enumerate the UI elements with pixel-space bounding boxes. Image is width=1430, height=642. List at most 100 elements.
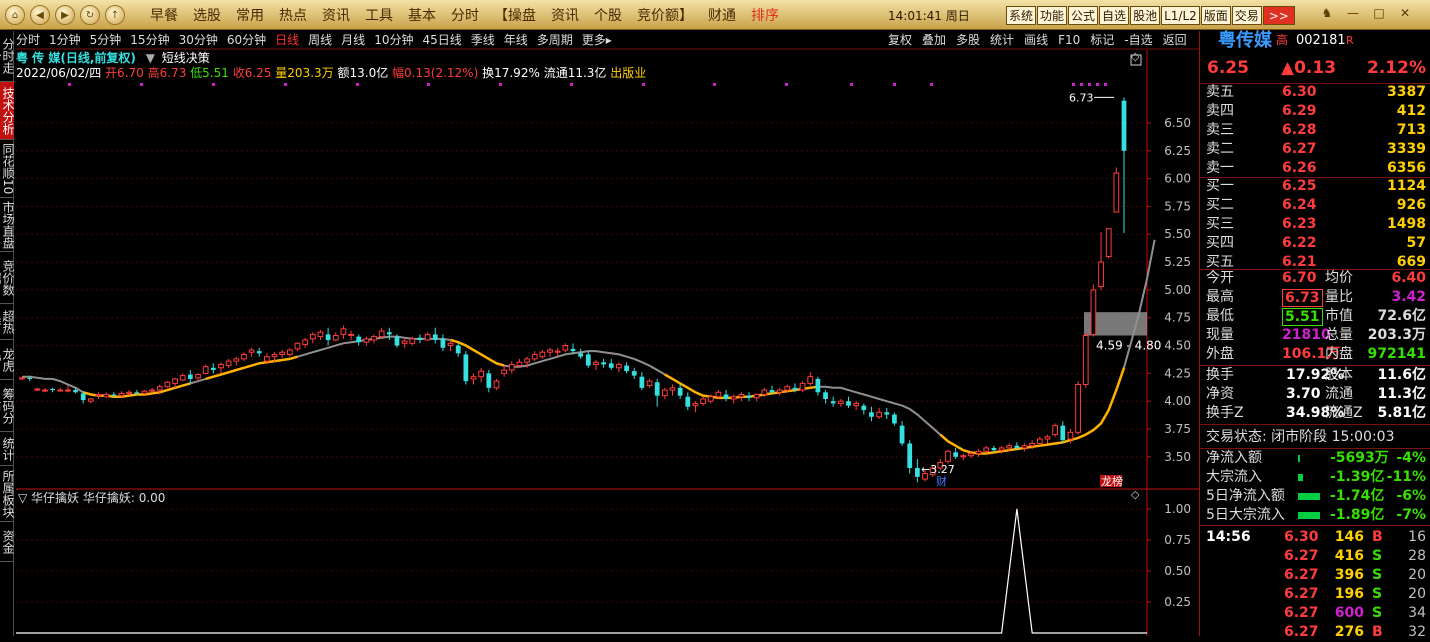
candle bbox=[508, 361, 515, 374]
quote-cell: 6356 bbox=[1387, 160, 1426, 176]
quote-row: 交易状态: 闭市阶段 15:00:03 bbox=[1206, 428, 1428, 447]
candle bbox=[294, 342, 301, 352]
quote-row: 卖四 6.29 412 bbox=[1206, 102, 1428, 121]
sub-diamond-icon[interactable]: ◇ bbox=[1131, 488, 1140, 501]
candle bbox=[164, 381, 171, 388]
quote-cell: 市值 bbox=[1325, 308, 1353, 324]
candle bbox=[1113, 167, 1120, 213]
signal-dot bbox=[212, 83, 215, 86]
signal-dot bbox=[1088, 83, 1091, 86]
quote-cell: 最高 bbox=[1206, 289, 1234, 305]
candle bbox=[1105, 228, 1112, 259]
quote-cell: 买二 bbox=[1206, 197, 1234, 213]
candle bbox=[723, 390, 729, 402]
quote-cell: 5.51 bbox=[1282, 308, 1323, 326]
last-price: 6.25 bbox=[1207, 58, 1249, 78]
top-button-7[interactable]: 交易 bbox=[1231, 6, 1262, 25]
candle bbox=[279, 349, 286, 358]
quote-cell: 21810 bbox=[1282, 327, 1331, 343]
candle bbox=[340, 325, 347, 339]
candle bbox=[915, 459, 920, 483]
quote-cell: S bbox=[1372, 605, 1383, 621]
longhu-marker[interactable]: 龙榜 bbox=[1101, 474, 1123, 488]
kline-chart[interactable]: 3.50 3.75 4.00 4.25 4.50 4.75 5.00 5.25 5.50 5.75… bbox=[0, 0, 1199, 636]
y-tick-label: 4.50 bbox=[1164, 339, 1191, 353]
quote-cell: 416 bbox=[1334, 548, 1364, 564]
candle bbox=[631, 367, 637, 379]
quote-cell: 流通 bbox=[1325, 386, 1353, 402]
sub-indicator-label[interactable]: ▽ 华仔擒妖 华仔擒妖: 0.00 bbox=[18, 490, 165, 505]
minimize-icon[interactable]: — bbox=[1344, 6, 1362, 24]
cai-marker[interactable]: 财 bbox=[936, 474, 947, 488]
candle bbox=[363, 336, 370, 346]
flow-bar bbox=[1298, 455, 1300, 462]
sub-tick-label: 0.50 bbox=[1164, 564, 1191, 578]
logo-icon[interactable]: ♞ bbox=[1318, 6, 1336, 24]
candle bbox=[218, 362, 224, 374]
quote-cell: 11.6亿 bbox=[1377, 367, 1426, 383]
quote-cell: 卖五 bbox=[1206, 84, 1234, 100]
quote-cell: 3339 bbox=[1387, 141, 1426, 157]
candle bbox=[830, 396, 836, 407]
sub-tick-label: 1.00 bbox=[1164, 502, 1191, 516]
y-tick-label: 6.50 bbox=[1164, 116, 1191, 130]
y-tick-label: 3.75 bbox=[1164, 422, 1191, 436]
quote-cell: 3387 bbox=[1387, 84, 1426, 100]
quote-cell: 3.70 bbox=[1286, 386, 1321, 402]
quote-row: 卖二 6.27 3339 bbox=[1206, 140, 1428, 159]
quote-cell: 6.26 bbox=[1282, 160, 1317, 176]
candle bbox=[853, 401, 860, 411]
quote-row: 6.27 276 B 32 bbox=[1206, 623, 1428, 642]
ma-line-grey bbox=[22, 239, 1156, 455]
signal-dot bbox=[642, 83, 645, 86]
y-tick-label: 4.25 bbox=[1164, 366, 1191, 380]
y-tick-label: 4.00 bbox=[1164, 394, 1191, 408]
candle bbox=[424, 332, 431, 342]
quote-cell: B bbox=[1372, 624, 1383, 640]
candle bbox=[692, 401, 699, 413]
y-tick-label: 5.00 bbox=[1164, 283, 1191, 297]
candle bbox=[753, 393, 760, 402]
quote-cell: 57 bbox=[1406, 235, 1426, 251]
quote-cell: -1.39亿 bbox=[1330, 469, 1385, 485]
quote-cell: 203.3万 bbox=[1367, 327, 1426, 343]
candle bbox=[50, 387, 55, 393]
quote-cell: 6.40 bbox=[1391, 270, 1426, 286]
quote-cell: 6.23 bbox=[1282, 216, 1317, 232]
candle bbox=[141, 390, 148, 395]
quote-cell: 5.81亿 bbox=[1377, 405, 1426, 421]
signal-dot bbox=[1104, 83, 1107, 86]
candle bbox=[225, 358, 232, 368]
top-button-8[interactable]: >> bbox=[1262, 6, 1295, 25]
quote-cell: 16 bbox=[1408, 529, 1426, 545]
signal-dot bbox=[356, 83, 359, 86]
candle bbox=[486, 370, 492, 393]
price-change: ▲0.13 bbox=[1281, 58, 1337, 78]
quote-row: 买二 6.24 926 bbox=[1206, 196, 1428, 215]
candle bbox=[34, 387, 41, 392]
quote-cell: 6.27 bbox=[1284, 586, 1319, 602]
quote-row: 净资 3.70 流通 11.3亿 bbox=[1206, 385, 1428, 404]
candle bbox=[95, 392, 102, 399]
candle bbox=[1060, 421, 1066, 444]
quote-cell: 现量 bbox=[1206, 327, 1234, 343]
candle bbox=[309, 332, 316, 344]
candle bbox=[65, 385, 71, 393]
candle bbox=[440, 334, 446, 352]
quote-cell: B bbox=[1372, 529, 1383, 545]
diamond-icon[interactable]: ◇ bbox=[1131, 50, 1140, 63]
maximize-icon[interactable]: □ bbox=[1370, 6, 1388, 24]
candle bbox=[88, 397, 94, 404]
quote-cell: 396 bbox=[1334, 567, 1364, 583]
quote-cell: S bbox=[1372, 567, 1383, 583]
candle bbox=[746, 392, 752, 402]
candle bbox=[256, 347, 262, 357]
close-icon[interactable]: ✕ bbox=[1396, 6, 1414, 24]
candle bbox=[815, 376, 821, 396]
quote-cell: 1124 bbox=[1387, 178, 1426, 194]
quote-cell: 28 bbox=[1408, 548, 1426, 564]
candle bbox=[807, 372, 814, 386]
top-button-6[interactable]: 版面 bbox=[1200, 6, 1231, 25]
y-tick-label: 5.75 bbox=[1164, 199, 1191, 213]
candle bbox=[1082, 332, 1089, 388]
